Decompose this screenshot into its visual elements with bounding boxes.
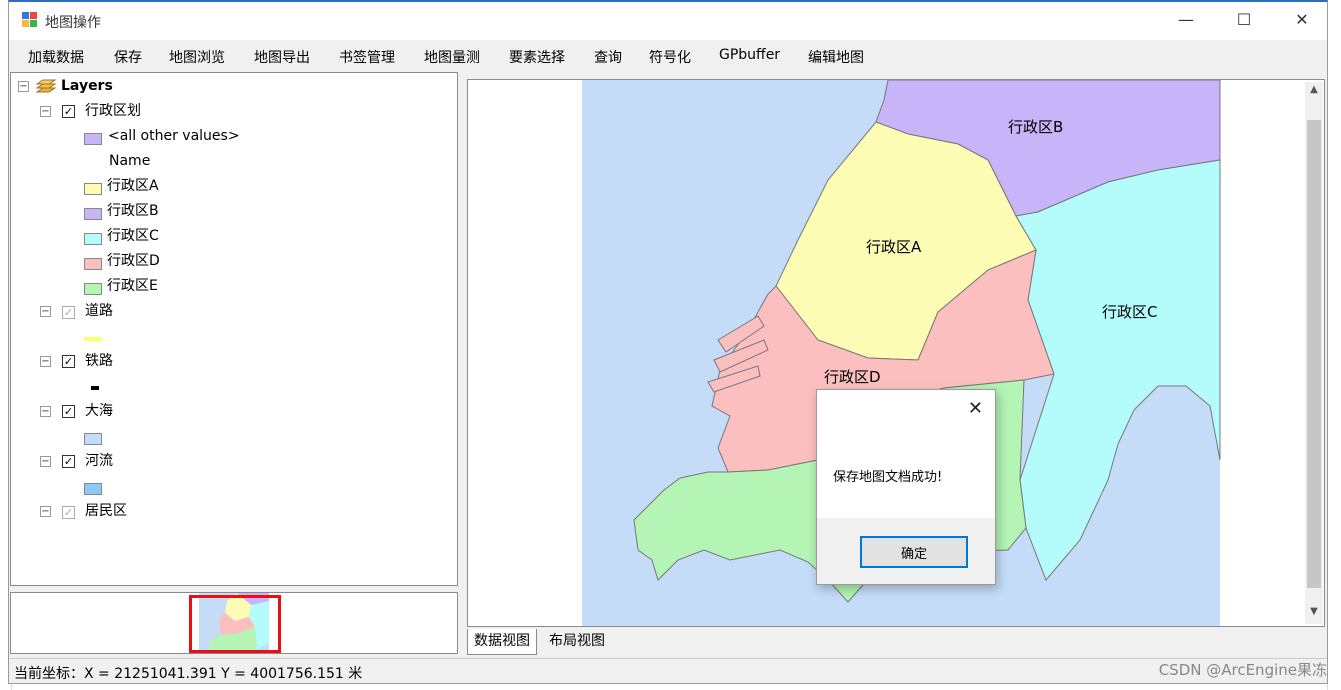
expand-toggle-road[interactable]: − [40, 306, 51, 317]
legend-label-e: 行政区E [107, 278, 158, 294]
map-label-b: 行政区B [1008, 118, 1063, 136]
legend-river-swatch [84, 483, 102, 495]
coordinate-readout: 当前坐标：X = 21251041.391 Y = 4001756.151 米 [14, 666, 363, 682]
legend-swatch-d [84, 258, 102, 270]
map-label-c: 行政区C [1102, 303, 1157, 321]
legend-sea-swatch [84, 433, 102, 445]
sea-layer-checkbox[interactable]: ✓ [62, 405, 75, 418]
legend-swatch-a [84, 183, 102, 195]
admin-layer-checkbox[interactable]: ✓ [62, 105, 75, 118]
residential-layer-checkbox[interactable]: ✓ [62, 506, 75, 519]
expand-toggle-river[interactable]: − [40, 456, 51, 467]
expand-toggle-admin[interactable]: − [40, 106, 51, 117]
menu-bar: 加载数据 保存 地图浏览 地图导出 书签管理 地图量测 要素选择 查询 符号化 … [9, 40, 1327, 72]
dialog-close-icon[interactable]: ✕ [968, 398, 983, 419]
menu-map-export[interactable]: 地图导出 [254, 47, 310, 67]
expand-toggle-sea[interactable]: − [40, 406, 51, 417]
window-title: 地图操作 [45, 15, 101, 31]
legend-field-name: Name [109, 153, 151, 169]
menu-save[interactable]: 保存 [114, 47, 142, 67]
expand-toggle-layers[interactable]: − [18, 81, 29, 92]
menu-measure[interactable]: 地图量测 [424, 47, 480, 67]
legend-label-b: 行政区B [107, 203, 159, 219]
main-window: 地图操作 — ☐ ✕ 加载数据 保存 地图浏览 地图导出 书签管理 地图量测 要… [8, 0, 1328, 684]
map-label-d: 行政区D [824, 368, 881, 386]
sea-layer-label[interactable]: 大海 [85, 400, 113, 422]
background-window-right [1327, 0, 1341, 690]
close-button[interactable]: ✕ [1273, 2, 1327, 38]
scroll-up-arrow[interactable]: ▲ [1307, 84, 1321, 100]
expand-toggle-residential[interactable]: − [40, 506, 51, 517]
legend-other-values: <all other values> [108, 128, 240, 144]
legend-swatch-c [84, 233, 102, 245]
menu-symbolize[interactable]: 符号化 [649, 47, 691, 67]
road-layer-checkbox[interactable]: ✓ [62, 306, 75, 319]
overview-map[interactable] [10, 592, 458, 654]
message-dialog: ✕ 保存地图文档成功! 确定 [816, 389, 996, 585]
menu-load-data[interactable]: 加载数据 [28, 47, 84, 67]
map-label-a: 行政区A [866, 238, 922, 256]
menu-gpbuffer[interactable]: GPbuffer [719, 47, 780, 63]
river-layer-label[interactable]: 河流 [85, 450, 113, 472]
river-layer-checkbox[interactable]: ✓ [62, 455, 75, 468]
legend-rail-symbol [91, 386, 99, 390]
rail-layer-label[interactable]: 铁路 [85, 350, 113, 372]
legend-label-d: 行政区D [107, 253, 160, 269]
menu-edit-map[interactable]: 编辑地图 [808, 47, 864, 67]
maximize-button[interactable]: ☐ [1215, 2, 1273, 38]
menu-bookmarks[interactable]: 书签管理 [339, 47, 395, 67]
menu-map-browse[interactable]: 地图浏览 [169, 47, 225, 67]
admin-layer-label[interactable]: 行政区划 [85, 100, 141, 122]
road-layer-label[interactable]: 道路 [85, 300, 113, 322]
app-icon [22, 12, 38, 28]
status-bar: 当前坐标：X = 21251041.391 Y = 4001756.151 米 [9, 658, 1327, 683]
layers-root-label[interactable]: Layers [61, 75, 113, 97]
map-vertical-scrollbar[interactable]: ▲ ▼ [1305, 82, 1323, 624]
table-of-contents: − Layers − ✓ 行政区划 <all other values> Nam… [10, 72, 458, 586]
legend-label-c: 行政区C [107, 228, 159, 244]
scroll-down-arrow[interactable]: ▼ [1307, 606, 1321, 622]
menu-query[interactable]: 查询 [594, 47, 622, 67]
title-bar: 地图操作 — ☐ ✕ [9, 2, 1327, 40]
legend-swatch-b [84, 208, 102, 220]
tab-data-view[interactable]: 数据视图 [467, 629, 537, 655]
ok-button[interactable]: 确定 [860, 536, 968, 568]
residential-layer-label[interactable]: 居民区 [85, 500, 127, 522]
legend-road-symbol [84, 337, 102, 341]
legend-label-a: 行政区A [107, 178, 159, 194]
overview-extent-box[interactable] [189, 595, 281, 653]
scroll-thumb[interactable] [1307, 120, 1321, 588]
menu-select-features[interactable]: 要素选择 [509, 47, 565, 67]
dialog-message: 保存地图文档成功! [833, 470, 943, 485]
legend-swatch-e [84, 283, 102, 295]
layers-icon [35, 79, 57, 93]
legend-swatch-other [84, 133, 102, 145]
expand-toggle-rail[interactable]: − [40, 356, 51, 367]
watermark: CSDN @ArcEngine果冻 [1158, 661, 1327, 679]
rail-layer-checkbox[interactable]: ✓ [62, 355, 75, 368]
tab-layout-view[interactable]: 布局视图 [543, 629, 611, 655]
minimize-button[interactable]: — [1157, 2, 1215, 38]
